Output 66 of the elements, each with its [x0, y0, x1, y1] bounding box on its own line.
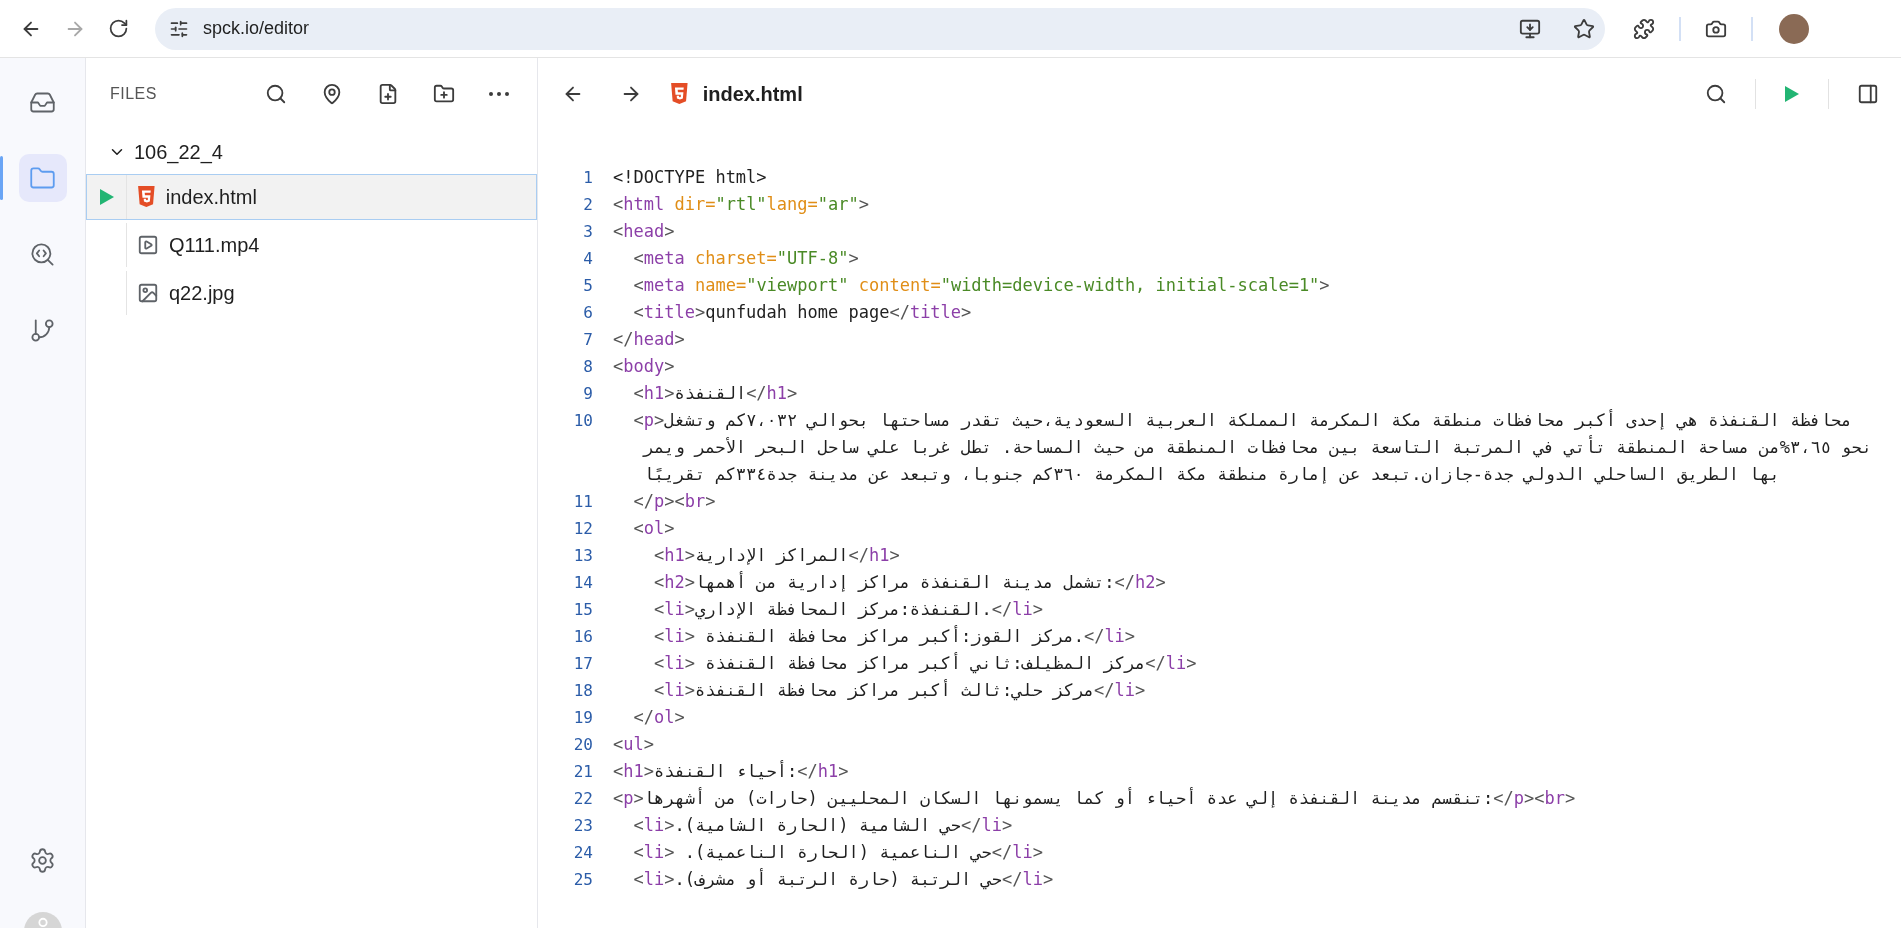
search-icon: [1705, 83, 1727, 105]
file-item[interactable]: q22.jpg: [86, 270, 537, 316]
search-icon: [265, 83, 287, 105]
map-pin-icon: [321, 83, 343, 105]
line-number: 9: [582, 383, 593, 405]
address-bar[interactable]: spck.io/editor: [155, 7, 1605, 50]
more-icon: [489, 92, 509, 96]
line-number: 22: [572, 788, 593, 810]
reload-icon: [108, 18, 129, 39]
side-panel-icon: [1857, 83, 1879, 105]
code-line: <!DOCTYPE html>: [613, 166, 768, 189]
code-line: <body>: [613, 355, 676, 378]
line-number: 13: [572, 545, 593, 567]
play-icon: [1784, 85, 1800, 103]
video-file-icon: [137, 234, 159, 256]
settings-icon: [29, 846, 56, 874]
html5-icon: [670, 83, 689, 105]
line-number: 21: [572, 761, 593, 783]
line-number: 4: [582, 248, 593, 270]
image-file-icon: [137, 282, 159, 304]
code-line: <ol>: [632, 517, 676, 540]
code-line: </head>: [613, 328, 686, 351]
new-file-icon: [377, 83, 399, 105]
folder-item[interactable]: 106_22_4: [86, 130, 537, 174]
line-number: 12: [572, 518, 593, 540]
code-line: <meta name="viewport" content="width=device-width, initial-scale=1">: [632, 274, 1331, 297]
line-number: 5: [582, 275, 593, 297]
line-number: 23: [572, 815, 593, 837]
code-line: </p><br>: [632, 490, 717, 513]
code-line: </ol>: [632, 706, 686, 729]
line-number: 11: [572, 491, 593, 513]
puzzle-icon: [1633, 17, 1655, 40]
file-tab-title[interactable]: index.html: [702, 82, 1691, 106]
url-text: spck.io/editor: [203, 18, 311, 39]
line-number: 2: [582, 194, 593, 216]
bookmark-star-icon[interactable]: [1573, 17, 1595, 40]
line-number: 15: [572, 599, 593, 621]
line-number: 6: [582, 302, 593, 324]
line-number: 14: [572, 572, 593, 594]
line-number: 17: [572, 653, 593, 675]
code-line: <meta charset="UTF-8">: [632, 247, 860, 270]
file-item[interactable]: Q111.mp4: [86, 222, 537, 268]
line-number: 16: [572, 626, 593, 648]
code-line: <ul>: [613, 733, 655, 756]
line-number: 20: [572, 734, 593, 756]
code-line: <head>: [613, 220, 676, 243]
site-settings-icon[interactable]: [169, 18, 189, 39]
install-app-icon[interactable]: [1519, 17, 1541, 40]
code-line: <html dir="rtl"lang="ar">: [613, 193, 870, 216]
profile-avatar[interactable]: [1779, 13, 1809, 44]
line-number: 18: [572, 680, 593, 702]
files-button[interactable]: [18, 154, 67, 202]
files-title: FILES: [110, 85, 158, 103]
line-number: 7: [582, 329, 593, 351]
new-folder-icon: [433, 83, 455, 105]
line-number: 24: [572, 842, 593, 864]
html5-icon: [137, 186, 156, 208]
line-number: 1: [582, 167, 593, 189]
file-item[interactable]: index.html: [86, 174, 537, 220]
code-line: <title>qunfudah home page</title>: [632, 301, 973, 324]
line-number: 19: [572, 707, 593, 729]
line-number: 10: [572, 410, 593, 432]
line-number: 8: [582, 356, 593, 378]
line-number: 25: [572, 869, 593, 891]
line-number: 3: [582, 221, 593, 243]
code-search-icon: [29, 240, 56, 268]
